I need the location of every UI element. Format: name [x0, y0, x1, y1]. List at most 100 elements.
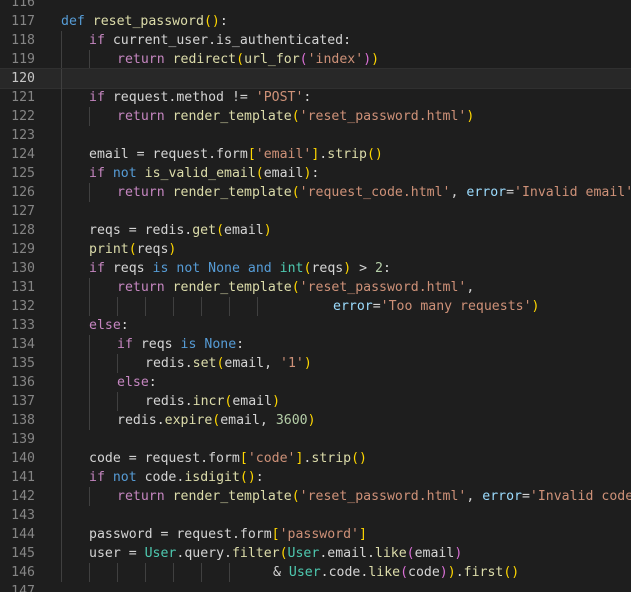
- token: error: [333, 299, 373, 314]
- token: [: [247, 147, 256, 162]
- token: like: [368, 565, 401, 580]
- code-line-116[interactable]: 116: [0, 0, 631, 12]
- indent-guide: [61, 259, 62, 278]
- token: (: [236, 52, 245, 67]
- indent-guide: [145, 297, 146, 316]
- token: !=: [231, 90, 248, 105]
- token: redis.: [145, 394, 193, 409]
- token: :: [236, 337, 245, 352]
- indent-guide: [89, 297, 90, 316]
- token: if: [89, 90, 105, 105]
- indent-guide: [61, 487, 62, 506]
- code-text: return render_template('request_code.htm…: [117, 183, 631, 202]
- code-line-144[interactable]: 144 password = request.form['password']: [0, 525, 631, 544]
- token: error: [466, 185, 507, 200]
- code-line-132[interactable]: 132 error='Too many requests'): [0, 297, 631, 316]
- line-number: 129: [11, 242, 35, 257]
- token: error: [482, 489, 522, 504]
- code-line-139[interactable]: 139: [0, 430, 631, 449]
- code-line-142[interactable]: 142 return render_template('reset_passwor…: [0, 487, 631, 506]
- token: (: [128, 242, 137, 257]
- code-line-118[interactable]: 118 if current_user.is_authenticated:: [0, 31, 631, 50]
- code-line-137[interactable]: 137 redis.incr(email): [0, 392, 631, 411]
- code-editor[interactable]: 116 117 def reset_password(): 118 if current…: [0, 0, 631, 592]
- line-number: 141: [11, 470, 35, 485]
- token: None: [208, 261, 240, 276]
- token: 'code': [247, 451, 296, 466]
- code-line-135[interactable]: 135 redis.set(email, '1'): [0, 354, 631, 373]
- token: render_template: [172, 185, 292, 200]
- token: User: [287, 546, 320, 561]
- token: redis.: [136, 223, 193, 238]
- token: 'Invalid email': [514, 185, 631, 200]
- code-line-120[interactable]: 120: [0, 68, 631, 89]
- token: :: [120, 318, 129, 333]
- code-line-122[interactable]: 122 return render_template('reset_passwor…: [0, 107, 631, 126]
- code-line-129[interactable]: 129 print(reqs): [0, 240, 631, 259]
- code-line-131[interactable]: 131 return render_template('reset_passwor…: [0, 278, 631, 297]
- code-line-123[interactable]: 123: [0, 126, 631, 145]
- indent-guide: [61, 449, 62, 468]
- token: email: [263, 166, 304, 181]
- code-text: if request.method != 'POST':: [89, 88, 311, 107]
- indent-guide: [61, 88, 62, 107]
- line-number: 134: [11, 337, 35, 352]
- token: ): [272, 394, 281, 409]
- token: User: [144, 546, 177, 561]
- code-line-143[interactable]: 143: [0, 506, 631, 525]
- token: render_template: [172, 109, 292, 124]
- token: else: [89, 318, 121, 333]
- code-text: reqs = redis.get(email): [89, 221, 272, 240]
- code-line-138[interactable]: 138 redis.expire(email, 3600): [0, 411, 631, 430]
- line-number: 121: [11, 90, 35, 105]
- code-line-145[interactable]: 145 user = User.query.filter(User.email.l…: [0, 544, 631, 563]
- code-line-126[interactable]: 126 return render_template('request_code.…: [0, 183, 631, 202]
- code-line-146[interactable]: 146 & User.code.like(code)).first(): [0, 563, 631, 582]
- token: (): [203, 14, 220, 29]
- line-number: 132: [11, 299, 35, 314]
- token: email: [224, 223, 264, 238]
- line-number: 116: [11, 0, 35, 10]
- line-number: 130: [11, 261, 35, 276]
- code-line-128[interactable]: 128 reqs = redis.get(email): [0, 221, 631, 240]
- code-line-127[interactable]: 127: [0, 202, 631, 221]
- token: if: [89, 261, 105, 276]
- code-line-124[interactable]: 124 email = request.form['email'].strip(): [0, 145, 631, 164]
- token: '1': [280, 356, 304, 371]
- token: =: [372, 299, 381, 314]
- token: user: [89, 546, 129, 561]
- indent-guide: [61, 468, 62, 487]
- code-line-136[interactable]: 136 else:: [0, 373, 631, 392]
- code-line-140[interactable]: 140 code = request.form['code'].strip(): [0, 449, 631, 468]
- line-number: 140: [11, 451, 35, 466]
- code-line-125[interactable]: 125 if not is_valid_email(email):: [0, 164, 631, 183]
- code-line-119[interactable]: 119 return redirect(url_for('index')): [0, 50, 631, 69]
- token: if: [89, 470, 105, 485]
- indent-guide: [89, 411, 90, 430]
- code-line-130[interactable]: 130 if reqs is not None and int(reqs) > 2…: [0, 259, 631, 278]
- token: =: [136, 147, 145, 162]
- code-text: email = request.form['email'].strip(): [89, 145, 383, 164]
- indent-guide: [61, 316, 62, 335]
- code-line-141[interactable]: 141 if not code.isdigit():: [0, 468, 631, 487]
- code-text: if reqs is None:: [117, 335, 244, 354]
- token: =: [128, 223, 137, 238]
- token: 'Too many requests': [380, 299, 532, 314]
- code-line-134[interactable]: 134 if reqs is None:: [0, 335, 631, 354]
- indent-guide: [61, 297, 62, 316]
- code-text: if current_user.is_authenticated:: [89, 31, 351, 50]
- code-line-121[interactable]: 121 if request.method != 'POST':: [0, 88, 631, 107]
- code-line-133[interactable]: 133 else:: [0, 316, 631, 335]
- code-line-147[interactable]: 147: [0, 582, 631, 592]
- indent-guide: [173, 563, 174, 582]
- indent-guide: [201, 297, 202, 316]
- indent-guide: [61, 145, 62, 164]
- token: return: [117, 185, 165, 200]
- token: redirect: [172, 52, 237, 67]
- code-line-117[interactable]: 117 def reset_password():: [0, 12, 631, 31]
